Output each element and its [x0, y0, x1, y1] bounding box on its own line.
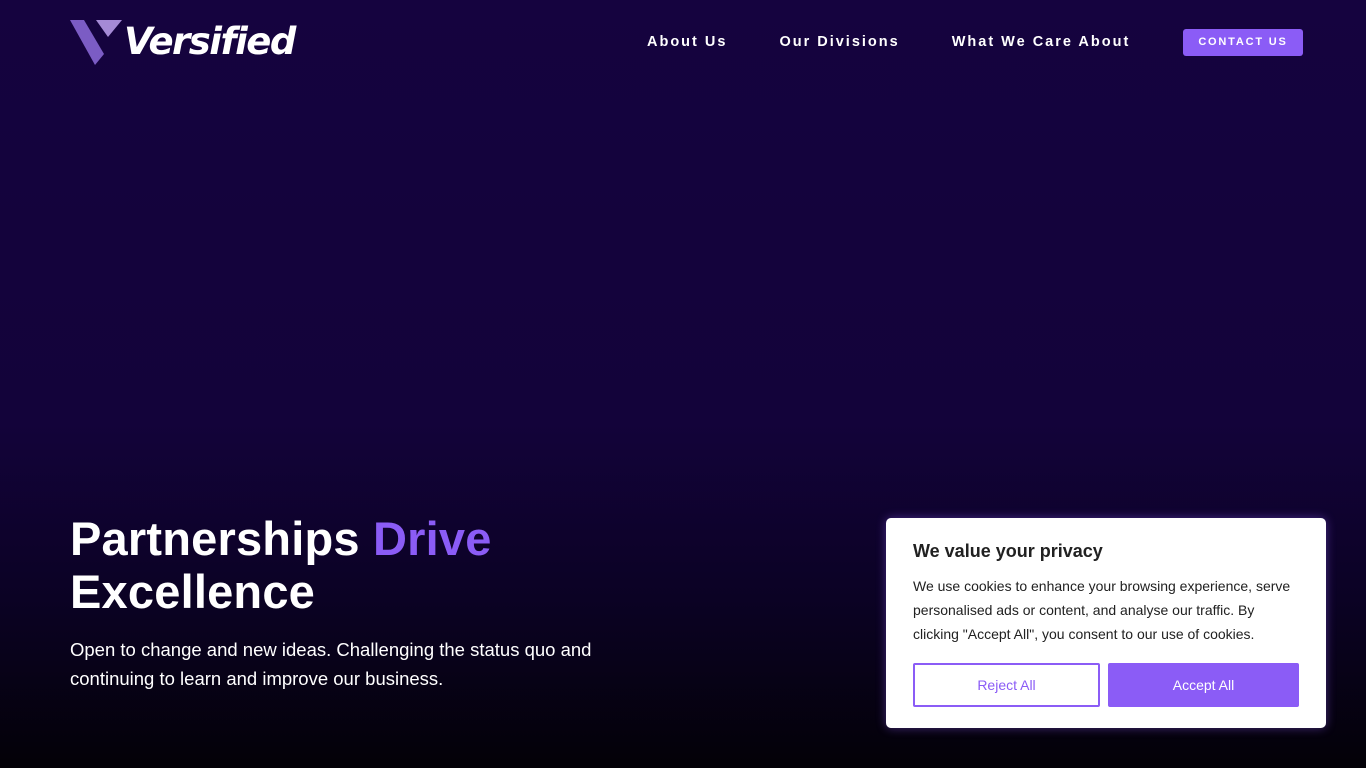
hero-title: Partnerships Drive Excellence — [70, 512, 690, 618]
hero-title-part2: Excellence — [70, 565, 316, 618]
logo-text: Versified — [124, 20, 296, 63]
hero-subtitle: Open to change and new ideas. Challengin… — [70, 639, 592, 689]
reject-all-button[interactable]: Reject All — [913, 663, 1100, 707]
nav-our-divisions[interactable]: Our Divisions — [779, 29, 899, 56]
hero-section: Partnerships Drive Excellence Open to ch… — [70, 512, 690, 693]
nav-about-us[interactable]: About Us — [647, 29, 727, 56]
cookie-description: We use cookies to enhance your browsing … — [913, 578, 1291, 642]
nav-what-we-care-about[interactable]: What We Care About — [952, 29, 1131, 56]
accept-all-button[interactable]: Accept All — [1108, 663, 1299, 707]
hero-title-part1: Partnerships — [70, 512, 360, 565]
site-header: Versified About Us Our Divisions What We… — [0, 0, 1366, 84]
contact-us-button[interactable]: CONTACT US — [1183, 29, 1303, 56]
v-logo-mark-icon — [70, 20, 122, 65]
cookie-consent-banner: We value your privacy We use cookies to … — [886, 518, 1326, 728]
hero-title-accent: Drive — [373, 512, 492, 565]
logo[interactable]: Versified — [70, 18, 296, 66]
cookie-title: We value your privacy — [913, 541, 1103, 561]
cookie-buttons: Reject All Accept All — [913, 663, 1299, 707]
main-nav: About Us Our Divisions What We Care Abou… — [647, 29, 1303, 56]
